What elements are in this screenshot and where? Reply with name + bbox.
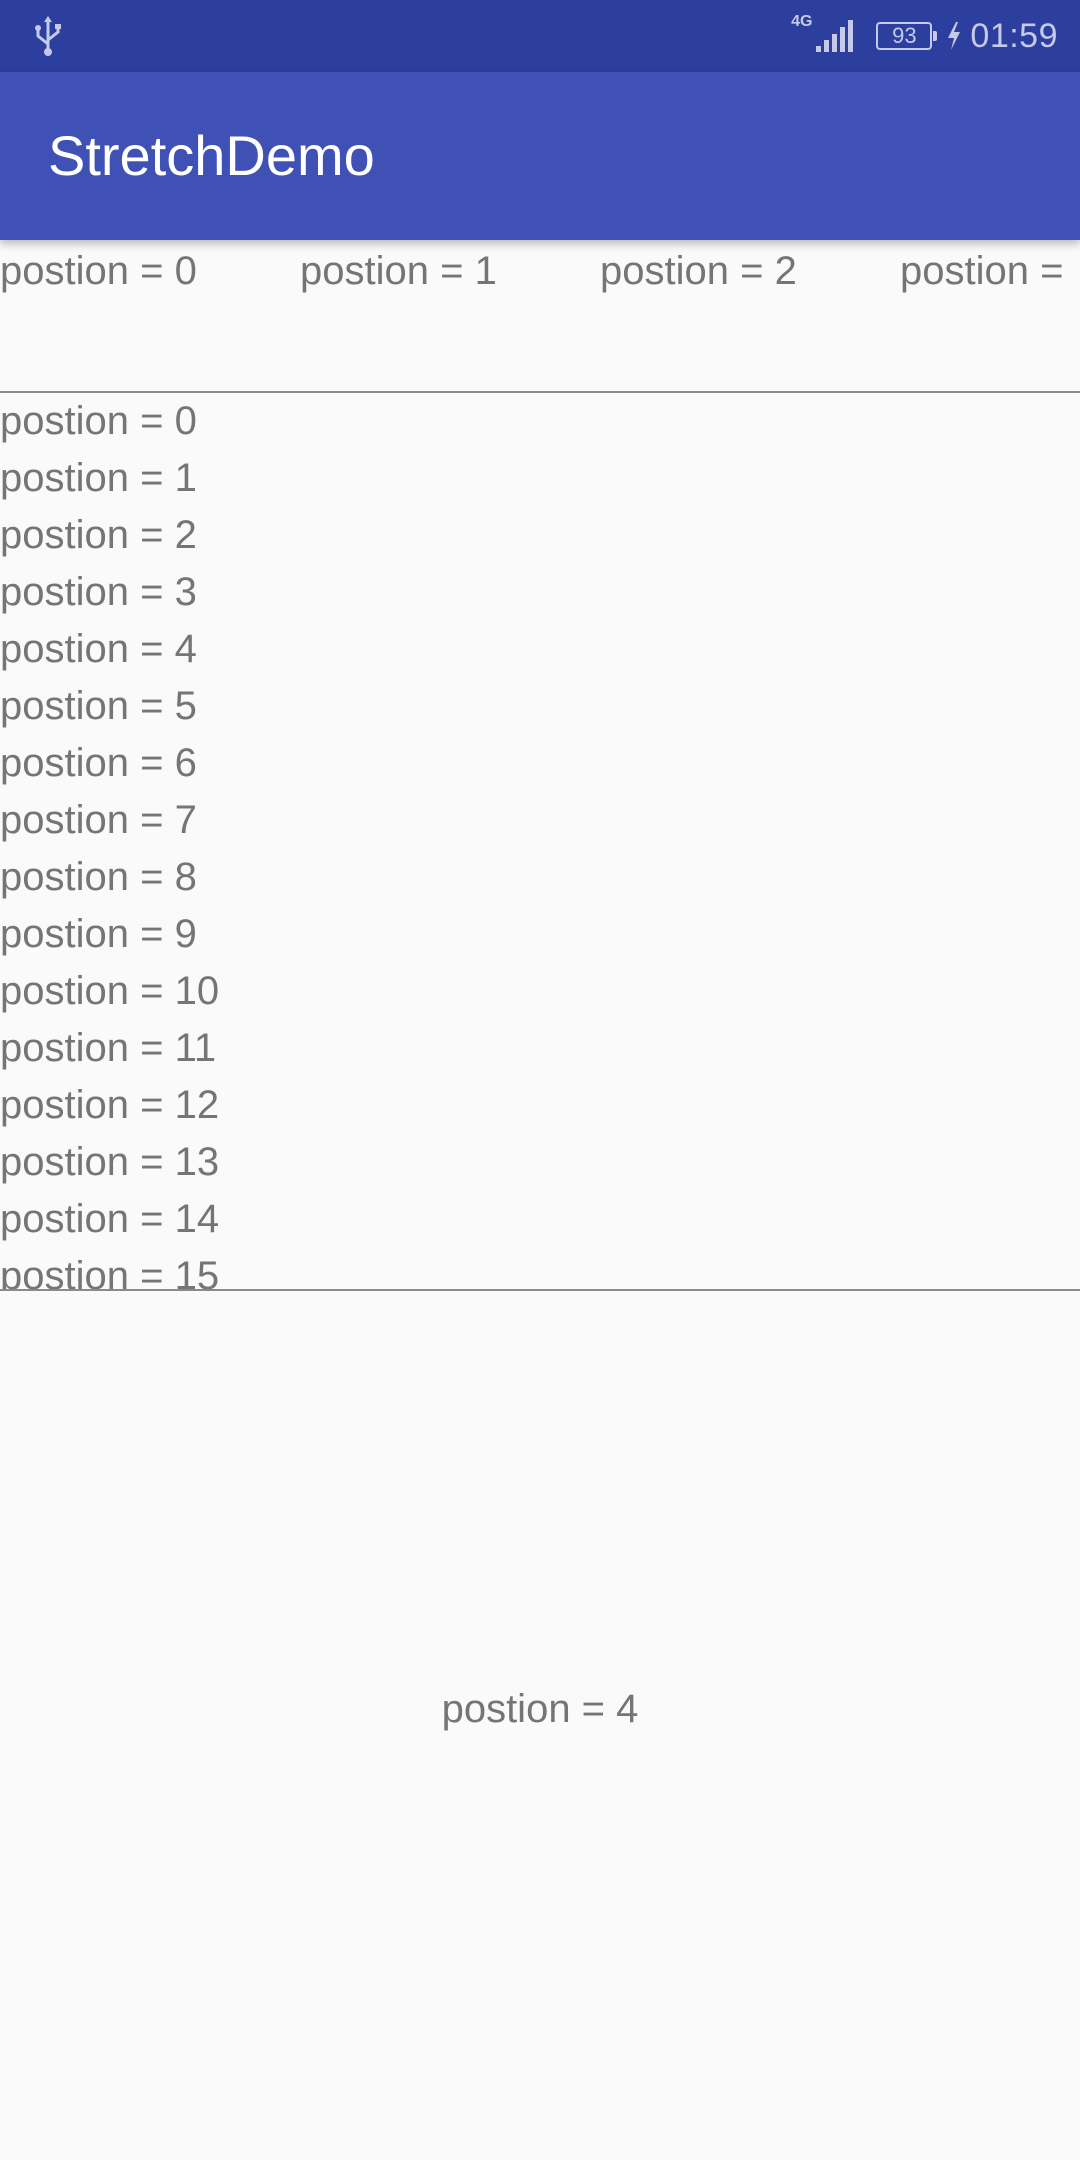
list-item[interactable]: postion = 14 [0,1191,1080,1248]
list-item[interactable]: postion = 3 [0,564,1080,621]
list-item[interactable]: postion = 15 [0,1248,1080,1289]
list-item[interactable]: postion = 10 [0,963,1080,1020]
status-icons: 4G 93 01:59 [791,0,1058,72]
list-item[interactable]: postion = 8 [0,849,1080,906]
app-title: StretchDemo [48,124,375,187]
list-item[interactable]: postion = 9 [0,906,1080,963]
vertical-list[interactable]: postion = 0 postion = 1 postion = 2 post… [0,393,1080,1291]
charging-icon [948,22,961,50]
list-item[interactable]: postion = 13 [0,1134,1080,1191]
signal-icon [816,20,854,52]
horizontal-list-item[interactable]: postion = 2 [600,240,797,302]
horizontal-list[interactable]: postion = 0 postion = 1 postion = 2 post… [0,240,1080,393]
list-item[interactable]: postion = 0 [0,393,1080,450]
list-item[interactable]: postion = 4 [0,621,1080,678]
list-item[interactable]: postion = 6 [0,735,1080,792]
list-item[interactable]: postion = 12 [0,1077,1080,1134]
network-type-label: 4G [791,13,813,30]
usb-icon [35,16,61,56]
list-item[interactable]: postion = 5 [0,678,1080,735]
app-bar: StretchDemo [0,72,1080,240]
clock: 01:59 [970,16,1058,55]
detail-text: postion = 4 [441,1687,639,1731]
battery-level: 93 [892,23,917,48]
horizontal-list-item[interactable]: postion = 1 [300,240,497,302]
status-bar: 4G 93 01:59 [0,0,1080,72]
battery-icon: 93 [876,22,938,50]
detail-panel: postion = 4 [0,1291,1080,2160]
list-item[interactable]: postion = 11 [0,1020,1080,1077]
list-item[interactable]: postion = 7 [0,792,1080,849]
horizontal-list-item[interactable]: postion = [900,240,1063,302]
list-item[interactable]: postion = 1 [0,450,1080,507]
horizontal-list-item[interactable]: postion = 0 [0,240,197,302]
list-item[interactable]: postion = 2 [0,507,1080,564]
